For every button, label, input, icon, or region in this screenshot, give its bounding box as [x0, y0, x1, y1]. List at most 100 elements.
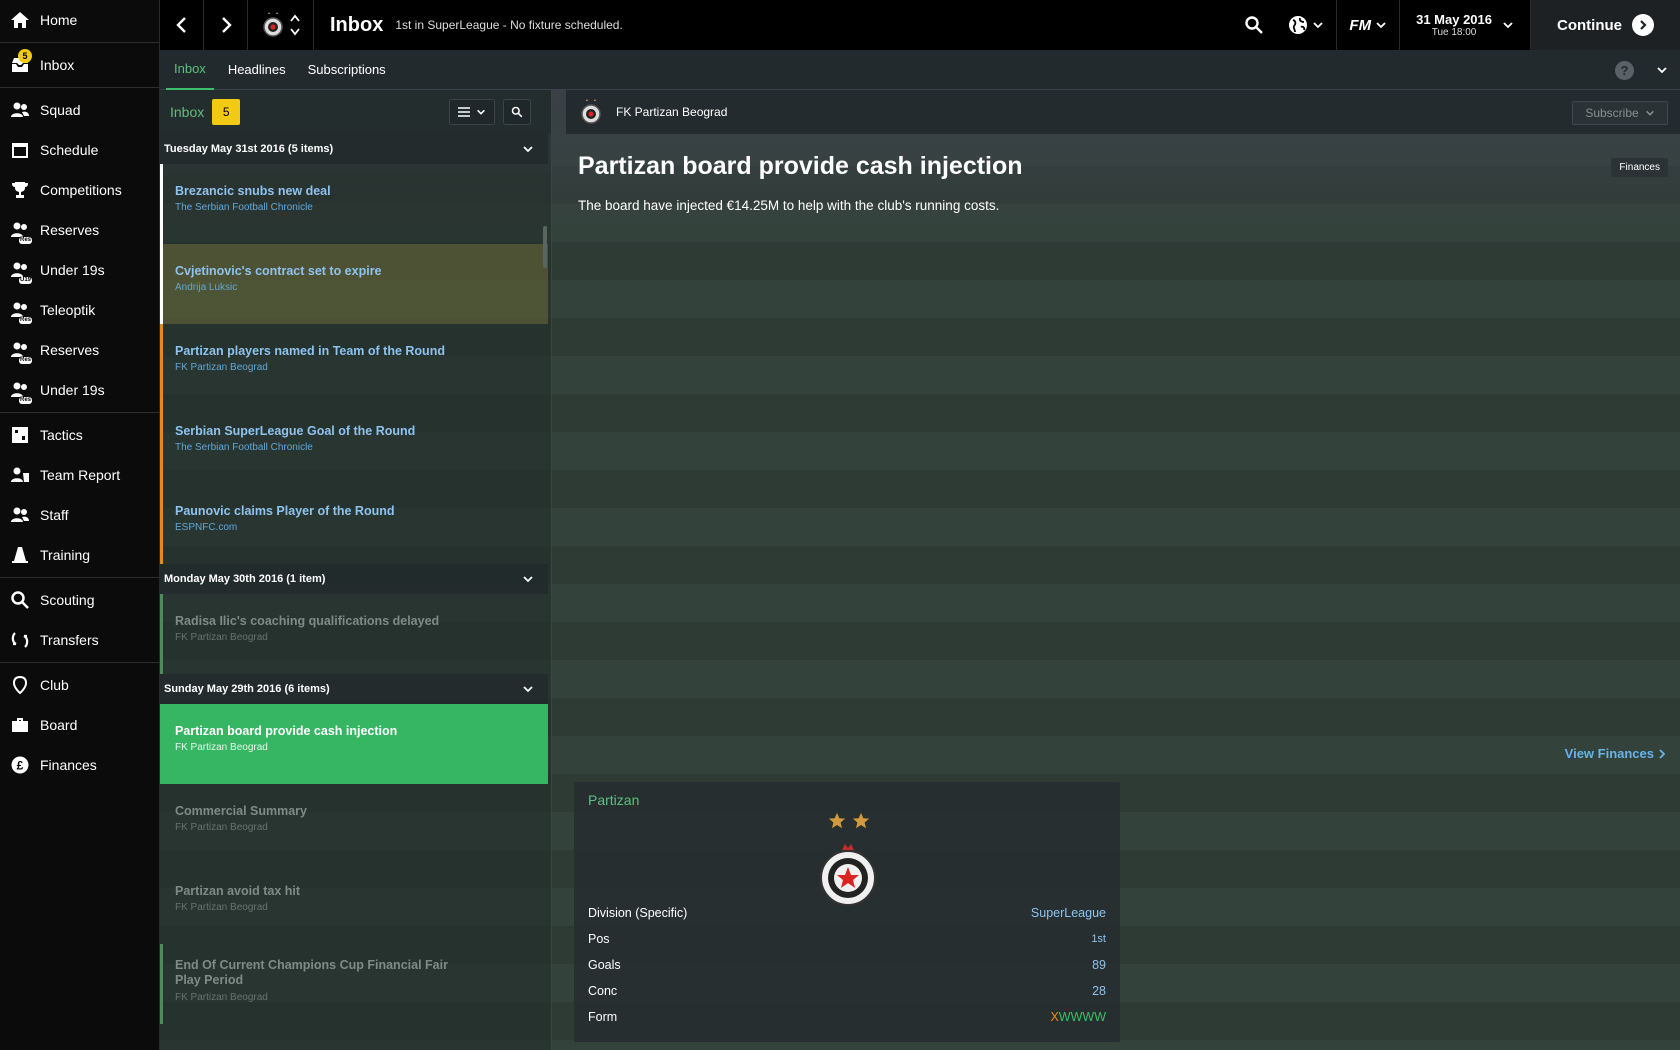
- date-selector[interactable]: 31 May 2016 Tue 18:00: [1399, 0, 1530, 50]
- sidebar-item-home[interactable]: Home: [0, 0, 159, 40]
- message-title: End Of Current Champions Cup Financial F…: [175, 958, 448, 987]
- message-title: Brezancic snubs new deal: [175, 184, 331, 198]
- current-date: 31 May 2016: [1416, 12, 1492, 27]
- tab-subscriptions[interactable]: Subscriptions: [300, 50, 394, 90]
- day-group-header[interactable]: Sunday May 29th 2016 (6 items): [160, 674, 548, 704]
- sidebar-item-training[interactable]: Training: [0, 535, 159, 575]
- message-detail-panel: FK Partizan Beograd Subscribe Partizan b…: [566, 90, 1680, 1050]
- message-title: Partizan board provide cash injection: [175, 724, 398, 738]
- sidebar-item-label: Inbox: [40, 57, 75, 73]
- sidebar-item-finances[interactable]: £ Finances: [0, 745, 159, 785]
- message-title: Paunovic claims Player of the Round: [175, 504, 395, 518]
- fm-logo: FM: [1349, 16, 1372, 34]
- view-finances-label: View Finances: [1564, 746, 1654, 761]
- inbox-list-header: Inbox 5: [160, 90, 551, 134]
- sidebar-item-label: Reserves: [40, 342, 100, 358]
- message-sender: FK Partizan Beograd: [175, 992, 268, 1003]
- chevron-down-icon[interactable]: [1656, 64, 1668, 76]
- chevron-down-icon: [523, 146, 533, 153]
- sidebar-item-scouting[interactable]: Scouting: [0, 580, 159, 620]
- sidebar-item-club[interactable]: Club: [0, 665, 159, 705]
- stat-value: 89: [1092, 958, 1106, 972]
- star-icon: [852, 812, 870, 829]
- message-sender: The Serbian Football Chronicle: [175, 442, 313, 453]
- list-search-button[interactable]: [503, 99, 531, 125]
- list-scrollbar[interactable]: [543, 226, 547, 268]
- sidebar-item-under-19s-2[interactable]: Res Under 19s: [0, 370, 159, 410]
- search-button[interactable]: [1232, 0, 1276, 50]
- inbox-list-panel: Inbox 5 Tuesday May 31st 2016 (5 items) …: [160, 90, 552, 1050]
- club-name-link[interactable]: Partizan: [588, 792, 639, 808]
- fm-menu-button[interactable]: FM: [1336, 0, 1399, 50]
- sidebar-item-label: Home: [40, 12, 78, 28]
- chevron-down-icon: [1503, 22, 1513, 29]
- message-sender-name[interactable]: FK Partizan Beograd: [616, 105, 727, 119]
- world-menu-button[interactable]: [1276, 0, 1336, 50]
- list-item[interactable]: Serbian SuperLeague Goal of the Round Th…: [160, 404, 548, 484]
- chevron-down-icon: [1376, 22, 1386, 29]
- calendar-icon: [10, 140, 30, 160]
- form-result-wins: WWWW: [1058, 1010, 1106, 1024]
- help-icon[interactable]: ?: [1615, 61, 1634, 80]
- top-bar: Inbox 1st in SuperLeague - No fixture sc…: [160, 0, 1680, 50]
- globe-icon: [1289, 16, 1308, 34]
- tab-inbox[interactable]: Inbox: [166, 50, 214, 90]
- report-icon: [10, 465, 30, 485]
- list-view-menu-button[interactable]: [449, 99, 495, 125]
- stat-value: 28: [1092, 984, 1106, 998]
- sidebar-item-label: Under 19s: [40, 262, 105, 278]
- sidebar-item-label: Tactics: [40, 427, 83, 443]
- club-selector[interactable]: [248, 0, 314, 50]
- forward-button[interactable]: [204, 0, 248, 50]
- tab-headlines[interactable]: Headlines: [220, 50, 294, 90]
- subscribe-label: Subscribe: [1585, 106, 1639, 120]
- list-item[interactable]: Radisa Ilic's coaching qualifications de…: [160, 594, 548, 674]
- menu-icon: [458, 107, 470, 117]
- sidebar-item-reserves-2[interactable]: Res Reserves: [0, 330, 159, 370]
- list-item[interactable]: Commercial Summary FK Partizan Beograd: [160, 784, 548, 864]
- cone-icon: [10, 545, 30, 565]
- sidebar-item-label: Teleoptik: [40, 302, 96, 318]
- stat-value[interactable]: SuperLeague: [1031, 906, 1106, 920]
- list-item[interactable]: End Of Current Champions Cup Financial F…: [160, 944, 548, 1024]
- sidebar-item-competitions[interactable]: Competitions: [0, 170, 159, 210]
- sidebar-item-label: Scouting: [40, 592, 95, 608]
- sidebar-item-teleoptik[interactable]: Res Teleoptik: [0, 290, 159, 330]
- sidebar-item-inbox[interactable]: 5 Inbox: [0, 45, 159, 85]
- sidebar-item-reserves[interactable]: Res Reserves: [0, 210, 159, 250]
- stat-label: Division (Specific): [588, 906, 688, 920]
- day-group-header[interactable]: Monday May 30th 2016 (1 item): [160, 564, 548, 594]
- sidebar-item-staff[interactable]: Staff: [0, 495, 159, 535]
- sidebar-item-label: Squad: [40, 102, 81, 118]
- sidebar-item-tactics[interactable]: Tactics: [0, 415, 159, 455]
- list-item[interactable]: Partizan players named in Team of the Ro…: [160, 324, 548, 404]
- sidebar-item-transfers[interactable]: Transfers: [0, 620, 159, 660]
- sidebar-item-label: Training: [40, 547, 91, 563]
- page-title: Inbox: [330, 13, 384, 36]
- list-item[interactable]: Partizan avoid tax hit FK Partizan Beogr…: [160, 864, 548, 944]
- view-finances-link[interactable]: View Finances: [1565, 746, 1666, 761]
- list-item-selected[interactable]: Partizan board provide cash injection FK…: [160, 704, 548, 784]
- message-headline: Partizan board provide cash injection: [578, 152, 1023, 180]
- list-item[interactable]: Brezancic snubs new deal The Serbian Foo…: [160, 164, 548, 244]
- back-button[interactable]: [160, 0, 204, 50]
- subscribe-button[interactable]: Subscribe: [1572, 101, 1668, 125]
- continue-label: Continue: [1557, 16, 1622, 34]
- day-group-header[interactable]: Tuesday May 31st 2016 (5 items): [160, 134, 548, 164]
- sidebar-item-schedule[interactable]: Schedule: [0, 130, 159, 170]
- sidebar-item-squad[interactable]: Squad: [0, 90, 159, 130]
- sidebar-item-label: Transfers: [40, 632, 99, 648]
- star-icon: [828, 812, 846, 829]
- sidebar-item-team-report[interactable]: Team Report: [0, 455, 159, 495]
- sidebar-item-under-19s[interactable]: U19 Under 19s: [0, 250, 159, 290]
- list-item[interactable]: Paunovic claims Player of the Round ESPN…: [160, 484, 548, 564]
- sidebar-item-board[interactable]: Board: [0, 705, 159, 745]
- day-group-label: Monday May 30th 2016 (1 item): [164, 573, 326, 585]
- category-tag[interactable]: Finances: [1611, 158, 1668, 177]
- pound-coin-icon: £: [10, 755, 30, 775]
- search-icon: [1245, 16, 1264, 34]
- continue-button[interactable]: Continue: [1530, 0, 1680, 50]
- transfer-icon: [10, 630, 30, 650]
- list-item[interactable]: Cvjetinovic's contract set to expire And…: [160, 244, 548, 324]
- stat-label: Form: [588, 1010, 618, 1024]
